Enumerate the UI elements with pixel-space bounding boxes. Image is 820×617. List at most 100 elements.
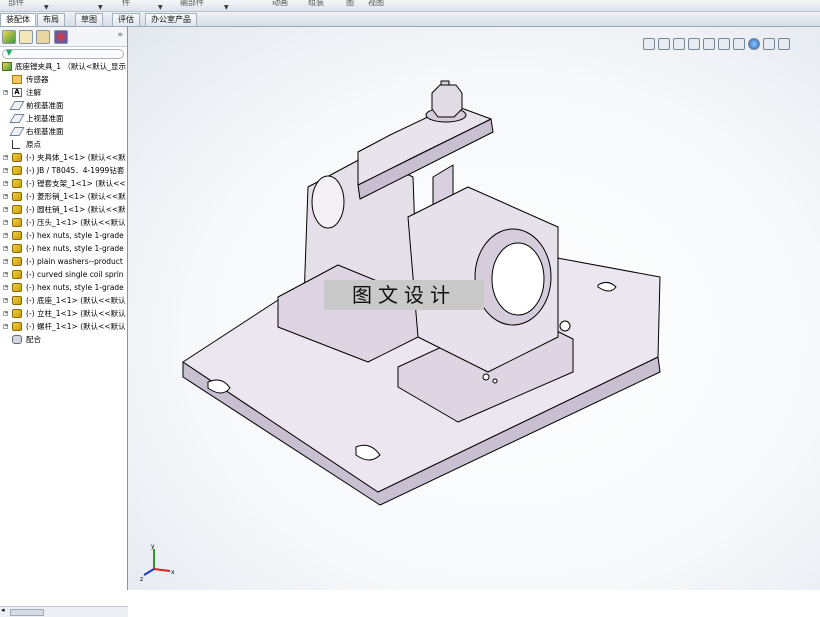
tree-item[interactable]: 配合 bbox=[0, 333, 128, 346]
tree-item-label: (-) hex nuts, style 1-grade bbox=[26, 231, 124, 240]
tree-item[interactable]: + (-) hex nuts, style 1-grade bbox=[0, 229, 128, 242]
tree-item-label: 右视基准面 bbox=[26, 127, 64, 136]
ribbon-item-3[interactable]: 输部件 bbox=[180, 0, 204, 8]
expand-toggle-icon[interactable]: + bbox=[3, 324, 8, 329]
tree-item-label: (-) 压头_1<1> (默认<<默认 bbox=[26, 218, 126, 227]
horizontal-scrollbar[interactable]: ◂ bbox=[0, 606, 128, 617]
tree-item[interactable]: + (-) 镗套支架_1<1> (默认<< bbox=[0, 177, 128, 190]
part-icon bbox=[12, 153, 22, 162]
expand-toggle-icon[interactable]: + bbox=[3, 90, 8, 95]
tree-item[interactable]: 右视基准面 bbox=[0, 125, 128, 138]
tab-evaluate[interactable]: 评估 bbox=[112, 13, 140, 26]
dropdown-arrow-icon[interactable]: ▼ bbox=[158, 4, 163, 11]
feature-manager-icon[interactable] bbox=[2, 30, 16, 44]
origin-icon bbox=[12, 140, 20, 149]
tree-item[interactable]: + (-) hex nuts, style 1-grade bbox=[0, 242, 128, 255]
tree-item-label: (-) 夹具体_1<1> (默认<<默 bbox=[26, 153, 126, 162]
ribbon-item-5[interactable]: 组装 bbox=[308, 0, 324, 8]
expand-toggle-icon[interactable]: + bbox=[3, 246, 8, 251]
tab-assembly[interactable]: 装配体 bbox=[0, 13, 36, 26]
tree-item[interactable]: + (-) hex nuts, style 1-grade bbox=[0, 281, 128, 294]
tree-item[interactable]: 传感器 bbox=[0, 73, 128, 86]
part-icon bbox=[12, 270, 22, 279]
property-manager-icon[interactable] bbox=[19, 30, 33, 44]
expand-toggle-icon[interactable]: + bbox=[3, 181, 8, 186]
ribbon-item-1[interactable]: 部件 bbox=[8, 0, 24, 8]
triad-x-label: x bbox=[171, 569, 175, 576]
tree-item-label: 底座镗夹具_1 （默认<默认_显示 bbox=[15, 62, 126, 71]
feature-tree: 底座镗夹具_1 （默认<默认_显示 传感器 + A 注解 前视基准面 上视基准面 右视基准面原… bbox=[0, 60, 128, 346]
expand-toggle-icon[interactable]: + bbox=[3, 207, 8, 212]
tree-item[interactable]: 上视基准面 bbox=[0, 112, 128, 125]
expand-toggle-icon[interactable]: + bbox=[3, 311, 8, 316]
scroll-left-icon[interactable]: ◂ bbox=[1, 606, 5, 614]
expand-toggle-icon[interactable]: + bbox=[3, 168, 8, 173]
tree-item[interactable]: + (-) 夹具体_1<1> (默认<<默 bbox=[0, 151, 128, 164]
part-icon bbox=[12, 179, 22, 188]
display-manager-icon[interactable] bbox=[54, 30, 68, 44]
configuration-manager-icon[interactable] bbox=[36, 30, 50, 44]
tree-item[interactable]: + (-) plain washers--product bbox=[0, 255, 128, 268]
right-bore-inner bbox=[491, 242, 545, 316]
tree-item-label: 前视基准面 bbox=[26, 101, 64, 110]
tree-item[interactable]: + A 注解 bbox=[0, 86, 128, 99]
plane-icon bbox=[9, 114, 25, 123]
mate-icon bbox=[12, 335, 22, 344]
tree-item-label: 传感器 bbox=[26, 75, 49, 84]
graphics-area[interactable]: 图文设计 y x z bbox=[128, 27, 820, 590]
tree-item[interactable]: + (-) 圆柱销_1<1> (默认<<默 bbox=[0, 203, 128, 216]
tab-layout[interactable]: 布局 bbox=[37, 13, 65, 26]
part-icon bbox=[12, 244, 22, 253]
tree-item[interactable]: + (-) 立柱_1<1> (默认<<默认 bbox=[0, 307, 128, 320]
mounting-hole bbox=[492, 378, 498, 384]
dropdown-arrow-icon[interactable]: ▼ bbox=[98, 4, 103, 11]
tree-item[interactable]: + (-) JB / T8045．4-1999钻套 bbox=[0, 164, 128, 177]
expand-toggle-icon[interactable]: + bbox=[3, 272, 8, 277]
panel-toolbar: » bbox=[0, 27, 127, 47]
ribbon-item-6[interactable]: 图 bbox=[346, 0, 354, 8]
tree-item-label: (-) 圆柱销_1<1> (默认<<默 bbox=[26, 205, 126, 214]
dropdown-arrow-icon[interactable]: ▼ bbox=[224, 4, 229, 11]
expand-toggle-icon[interactable]: + bbox=[3, 155, 8, 160]
scrollbar-thumb[interactable] bbox=[10, 609, 44, 616]
ribbon-item-7[interactable]: 视图 bbox=[368, 0, 384, 8]
tab-sketch[interactable]: 草图 bbox=[75, 13, 103, 26]
part-icon bbox=[12, 283, 22, 292]
part-icon bbox=[12, 231, 22, 240]
part-icon bbox=[12, 309, 22, 318]
tree-item-label: (-) hex nuts, style 1-grade bbox=[26, 244, 124, 253]
tree-item[interactable]: 前视基准面 bbox=[0, 99, 128, 112]
tab-office-products[interactable]: 办公室产品 bbox=[145, 13, 197, 26]
expand-toggle-icon[interactable]: + bbox=[3, 220, 8, 225]
ribbon-item-4[interactable]: 动画 bbox=[272, 0, 288, 8]
tree-item[interactable]: 底座镗夹具_1 （默认<默认_显示 bbox=[0, 60, 128, 73]
annotation-icon: A bbox=[12, 88, 22, 97]
expand-toggle-icon[interactable]: + bbox=[3, 298, 8, 303]
tree-item[interactable]: + (-) 底座_1<1> (默认<<默认 bbox=[0, 294, 128, 307]
tree-item-label: 配合 bbox=[26, 335, 41, 344]
expand-toggle-icon[interactable]: + bbox=[3, 194, 8, 199]
ribbon-item-2[interactable]: 件 bbox=[122, 0, 130, 8]
part-icon bbox=[12, 218, 22, 227]
tree-item[interactable]: + (-) 压头_1<1> (默认<<默认 bbox=[0, 216, 128, 229]
tree-filter[interactable]: ▼ bbox=[2, 48, 124, 59]
tree-item[interactable]: 原点 bbox=[0, 138, 128, 151]
tree-item[interactable]: + (-) curved single coil sprin bbox=[0, 268, 128, 281]
tree-item-label: 原点 bbox=[26, 140, 41, 149]
expand-toggle-icon[interactable]: + bbox=[3, 285, 8, 290]
tree-item-label: (-) 镗套支架_1<1> (默认<< bbox=[26, 179, 126, 188]
tree-item[interactable]: + (-) 螺杆_1<1> (默认<<默认 bbox=[0, 320, 128, 333]
tree-item[interactable]: + (-) 菱形销_1<1> (默认<<默 bbox=[0, 190, 128, 203]
left-bore bbox=[311, 175, 345, 229]
expand-toggle-icon[interactable]: + bbox=[3, 233, 8, 238]
expand-arrows-icon[interactable]: » bbox=[117, 30, 123, 40]
dropdown-arrow-icon[interactable]: ▼ bbox=[44, 4, 49, 11]
command-ribbon: 部件 件 输部件 动画 组装 图 视图 ▼ ▼ ▼ ▼ bbox=[0, 0, 820, 12]
plane-icon bbox=[9, 127, 25, 136]
part-icon bbox=[12, 296, 22, 305]
part-icon bbox=[12, 257, 22, 266]
tree-item-label: (-) 立柱_1<1> (默认<<默认 bbox=[26, 309, 126, 318]
expand-toggle-icon[interactable]: + bbox=[3, 259, 8, 264]
tree-item-label: (-) plain washers--product bbox=[26, 257, 123, 266]
part-icon bbox=[12, 205, 22, 214]
